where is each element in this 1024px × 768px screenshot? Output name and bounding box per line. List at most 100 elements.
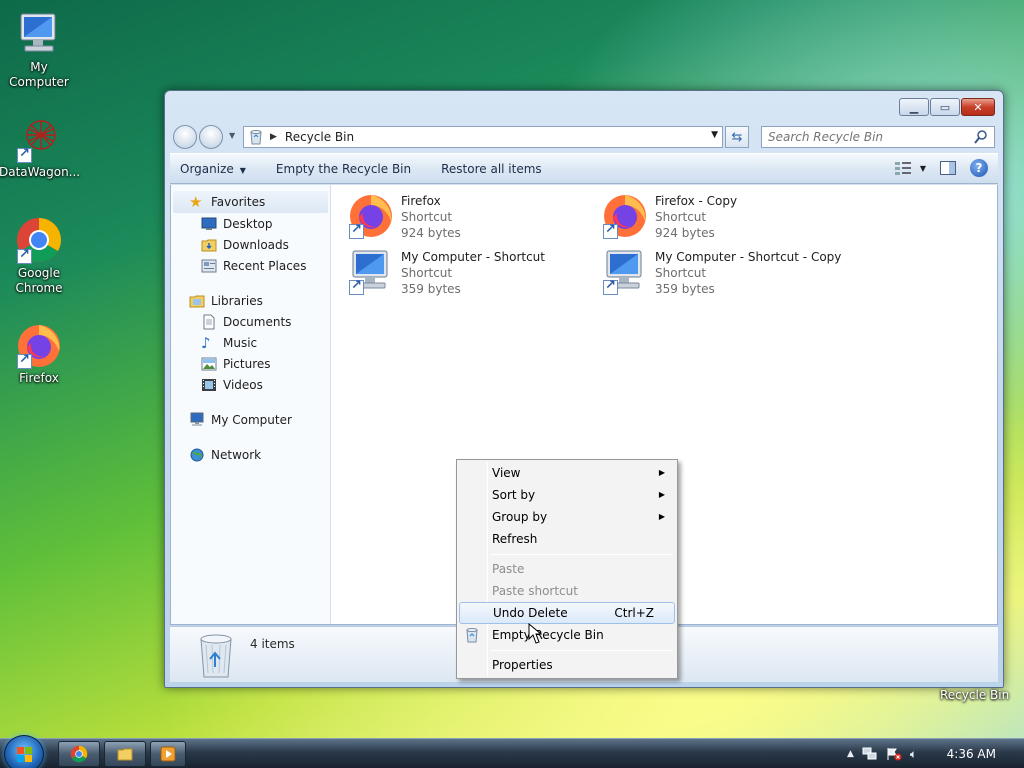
title-bar[interactable]: ▁ ▭ ✕ bbox=[165, 91, 1003, 125]
shortcut-arrow-icon bbox=[17, 247, 32, 264]
shortcut-arrow-icon bbox=[349, 278, 364, 295]
show-hidden-icons-icon[interactable]: ▲ bbox=[847, 749, 854, 759]
taskbar: ▲ 🔈︎ 4:36 AM bbox=[0, 735, 1024, 768]
menu-item-sort-by[interactable]: Sort by ▶ bbox=[459, 484, 675, 506]
file-item-my-computer-shortcut[interactable]: My Computer - Shortcut Shortcut 359 byte… bbox=[347, 247, 597, 299]
action-center-flag-icon[interactable] bbox=[886, 747, 902, 761]
refresh-button[interactable]: ⇆ bbox=[725, 126, 749, 148]
recycle-bin-icon bbox=[250, 130, 262, 145]
recycle-bin-icon bbox=[466, 628, 478, 643]
back-button[interactable] bbox=[173, 125, 197, 149]
sidebar-item-music[interactable]: ♪ Music bbox=[171, 332, 330, 353]
file-size: 924 bytes bbox=[401, 226, 461, 240]
address-dropdown-icon[interactable]: ▼ bbox=[711, 130, 718, 140]
navigation-bar: ▼ ▶ Recycle Bin ▼ ⇆ bbox=[173, 125, 995, 149]
menu-item-properties[interactable]: Properties bbox=[459, 654, 675, 676]
search-input[interactable] bbox=[768, 130, 968, 144]
shortcut-arrow-icon bbox=[17, 352, 32, 369]
maximize-button[interactable]: ▭ bbox=[930, 98, 960, 116]
file-type: Shortcut bbox=[401, 210, 453, 224]
media-player-icon bbox=[160, 746, 176, 762]
search-box[interactable] bbox=[761, 126, 995, 148]
desktop-icon-label: DataWagon... bbox=[0, 165, 81, 179]
desktop-icon-label: Google Chrome bbox=[15, 266, 63, 295]
preview-pane-icon[interactable] bbox=[940, 161, 956, 175]
firefox-icon bbox=[347, 191, 395, 239]
documents-icon bbox=[203, 314, 215, 329]
volume-icon[interactable]: 🔈︎ bbox=[910, 747, 917, 762]
computer-icon bbox=[347, 247, 395, 295]
views-button[interactable]: ▼ bbox=[894, 161, 926, 175]
sidebar-item-pictures[interactable]: Pictures bbox=[171, 353, 330, 374]
sidebar-item-label: Music bbox=[223, 335, 258, 350]
minimize-button[interactable]: ▁ bbox=[899, 98, 929, 116]
submenu-arrow-icon: ▶ bbox=[658, 512, 665, 521]
sidebar-item-recent-places[interactable]: Recent Places bbox=[171, 255, 330, 276]
forward-button[interactable] bbox=[199, 125, 223, 149]
desktop-icon-label: Firefox bbox=[19, 371, 59, 385]
menu-item-group-by[interactable]: Group by ▶ bbox=[459, 506, 675, 528]
sidebar-item-label: Downloads bbox=[223, 237, 289, 252]
sidebar-item-videos[interactable]: Videos bbox=[171, 374, 330, 395]
file-item-firefox-copy[interactable]: Firefox - Copy Shortcut 924 bytes bbox=[601, 191, 851, 243]
taskbar-media-button[interactable] bbox=[150, 741, 186, 767]
menu-item-undo-delete[interactable]: Undo Delete Ctrl+Z bbox=[459, 602, 675, 624]
network-status-icon[interactable] bbox=[862, 747, 878, 761]
chrome-icon bbox=[70, 745, 88, 763]
shortcut-arrow-icon bbox=[603, 278, 618, 295]
address-bar[interactable]: ▶ Recycle Bin ▼ bbox=[243, 126, 723, 148]
menu-item-label: Group by bbox=[492, 510, 548, 524]
file-item-firefox[interactable]: Firefox Shortcut 924 bytes bbox=[347, 191, 597, 243]
recent-pages-chevron-icon[interactable]: ▼ bbox=[229, 131, 235, 140]
menu-item-view[interactable]: View ▶ bbox=[459, 462, 675, 484]
taskbar-explorer-button[interactable] bbox=[104, 741, 146, 767]
start-button[interactable] bbox=[4, 735, 44, 768]
menu-item-refresh[interactable]: Refresh bbox=[459, 528, 675, 550]
file-type: Shortcut bbox=[655, 266, 707, 280]
sidebar-libraries[interactable]: Libraries bbox=[171, 290, 330, 311]
libraries-icon bbox=[189, 295, 205, 307]
organize-label: Organize bbox=[180, 161, 234, 176]
menu-item-empty-recycle-bin[interactable]: Empty Recycle Bin bbox=[459, 624, 675, 646]
sidebar-network[interactable]: Network bbox=[171, 444, 330, 465]
file-size: 359 bytes bbox=[655, 282, 715, 296]
desktop-icon-firefox[interactable]: Firefox bbox=[0, 321, 79, 386]
sidebar-favorites[interactable]: ★ Favorites bbox=[173, 191, 328, 213]
menu-item-label: Refresh bbox=[492, 532, 538, 546]
desktop-icon-label: My Computer bbox=[9, 60, 69, 89]
sidebar-my-computer[interactable]: My Computer bbox=[171, 409, 330, 430]
taskbar-chrome-button[interactable] bbox=[58, 741, 100, 767]
desktop-icon-my-computer[interactable]: My Computer bbox=[0, 10, 79, 90]
search-icon[interactable] bbox=[974, 129, 988, 145]
datawagon-icon bbox=[15, 115, 63, 163]
menu-item-label: Sort by bbox=[492, 488, 536, 502]
empty-recycle-bin-button[interactable]: Empty the Recycle Bin bbox=[276, 162, 411, 176]
system-tray: ▲ 🔈︎ bbox=[839, 739, 1024, 768]
menu-item-label: Paste bbox=[492, 562, 525, 576]
file-item-my-computer-shortcut-copy[interactable]: My Computer - Shortcut - Copy Shortcut 3… bbox=[601, 247, 851, 299]
sidebar-item-downloads[interactable]: Downloads bbox=[171, 234, 330, 255]
organize-button[interactable]: Organize ▼ bbox=[180, 162, 246, 176]
chevron-down-icon: ▼ bbox=[919, 163, 926, 173]
help-icon[interactable]: ? bbox=[970, 159, 988, 177]
restore-all-items-button[interactable]: Restore all items bbox=[441, 162, 542, 176]
folder-icon bbox=[117, 748, 133, 761]
sidebar-item-documents[interactable]: Documents bbox=[171, 311, 330, 332]
desktop-icon-datawagon[interactable]: DataWagon... bbox=[0, 115, 81, 180]
windows-logo-icon bbox=[17, 747, 32, 762]
star-icon: ★ bbox=[189, 193, 203, 211]
submenu-arrow-icon: ▶ bbox=[658, 468, 665, 477]
sidebar-item-desktop[interactable]: Desktop bbox=[171, 213, 330, 234]
desktop-icon-chrome[interactable]: Google Chrome bbox=[0, 216, 79, 296]
shortcut-arrow-icon bbox=[603, 222, 618, 239]
sidebar-libraries-label: Libraries bbox=[211, 293, 263, 308]
close-button[interactable]: ✕ bbox=[961, 98, 995, 116]
menu-item-label: Properties bbox=[492, 658, 553, 672]
context-menu: View ▶ Sort by ▶ Group by ▶ Refresh Paste P… bbox=[456, 459, 678, 679]
file-size: 924 bytes bbox=[655, 226, 715, 240]
refresh-icon: ⇆ bbox=[731, 129, 743, 145]
desktop-icon-recycle-bin-label[interactable]: Recycle Bin bbox=[940, 688, 1009, 702]
clock[interactable]: 4:36 AM bbox=[947, 747, 996, 761]
breadcrumb-separator-icon[interactable]: ▶ bbox=[270, 132, 277, 142]
menu-item-label: Undo Delete bbox=[493, 606, 568, 620]
